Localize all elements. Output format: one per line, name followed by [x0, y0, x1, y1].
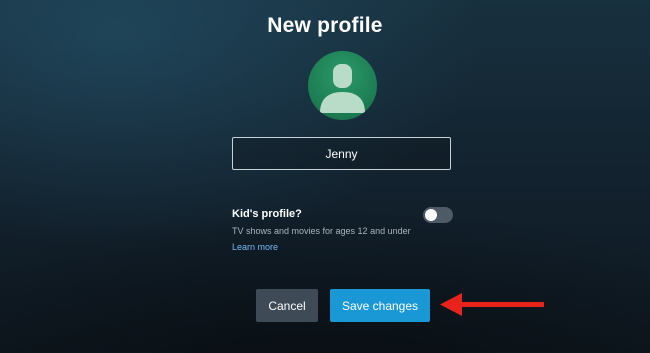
learn-more-link[interactable]: Learn more: [232, 242, 278, 252]
save-changes-button[interactable]: Save changes: [330, 289, 430, 322]
cancel-button[interactable]: Cancel: [256, 289, 318, 322]
page-title: New profile: [267, 14, 383, 37]
kids-profile-label: Kid's profile?: [232, 208, 302, 220]
person-silhouette-icon: [320, 64, 365, 113]
kids-profile-description: TV shows and movies for ages 12 and unde…: [232, 226, 411, 236]
toggle-knob: [425, 209, 437, 221]
profile-avatar[interactable]: [308, 51, 377, 120]
new-profile-screen: New profile Kid's profile? TV shows and …: [0, 0, 650, 353]
profile-name-input[interactable]: [232, 137, 451, 170]
kids-profile-toggle[interactable]: [423, 207, 453, 223]
left-arrow-icon: [440, 293, 544, 316]
